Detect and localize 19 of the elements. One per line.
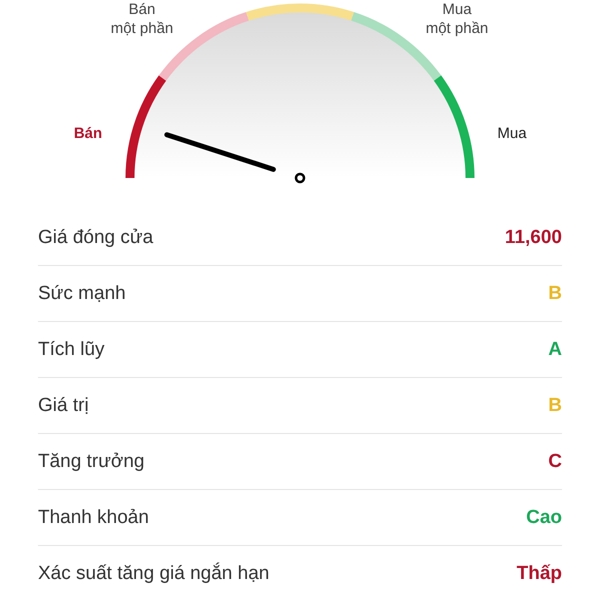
row-label: Sức mạnh (38, 282, 126, 304)
row-label: Giá trị (38, 394, 89, 416)
row-label: Xác suất tăng giá ngắn hạn (38, 562, 270, 584)
row-label: Tích lũy (38, 338, 105, 360)
row-value: B (548, 282, 562, 304)
gauge-label: Bán một phần (110, 1, 174, 37)
needle-pivot (294, 172, 306, 184)
row-value: B (548, 394, 562, 416)
row-value: C (548, 450, 562, 472)
row-value: Thấp (516, 562, 562, 584)
gauge-label: Bán (74, 125, 102, 142)
row-label: Tăng trưởng (38, 450, 145, 472)
row-value: A (548, 338, 562, 360)
row-value: 11,600 (504, 226, 562, 248)
gauge-label: Mua một phần (426, 1, 488, 37)
row-value: Cao (526, 506, 562, 528)
gauge-label: Mua (497, 125, 527, 142)
row-label: Giá đóng cửa (38, 226, 154, 248)
row-label: Thanh khoản (38, 506, 149, 528)
